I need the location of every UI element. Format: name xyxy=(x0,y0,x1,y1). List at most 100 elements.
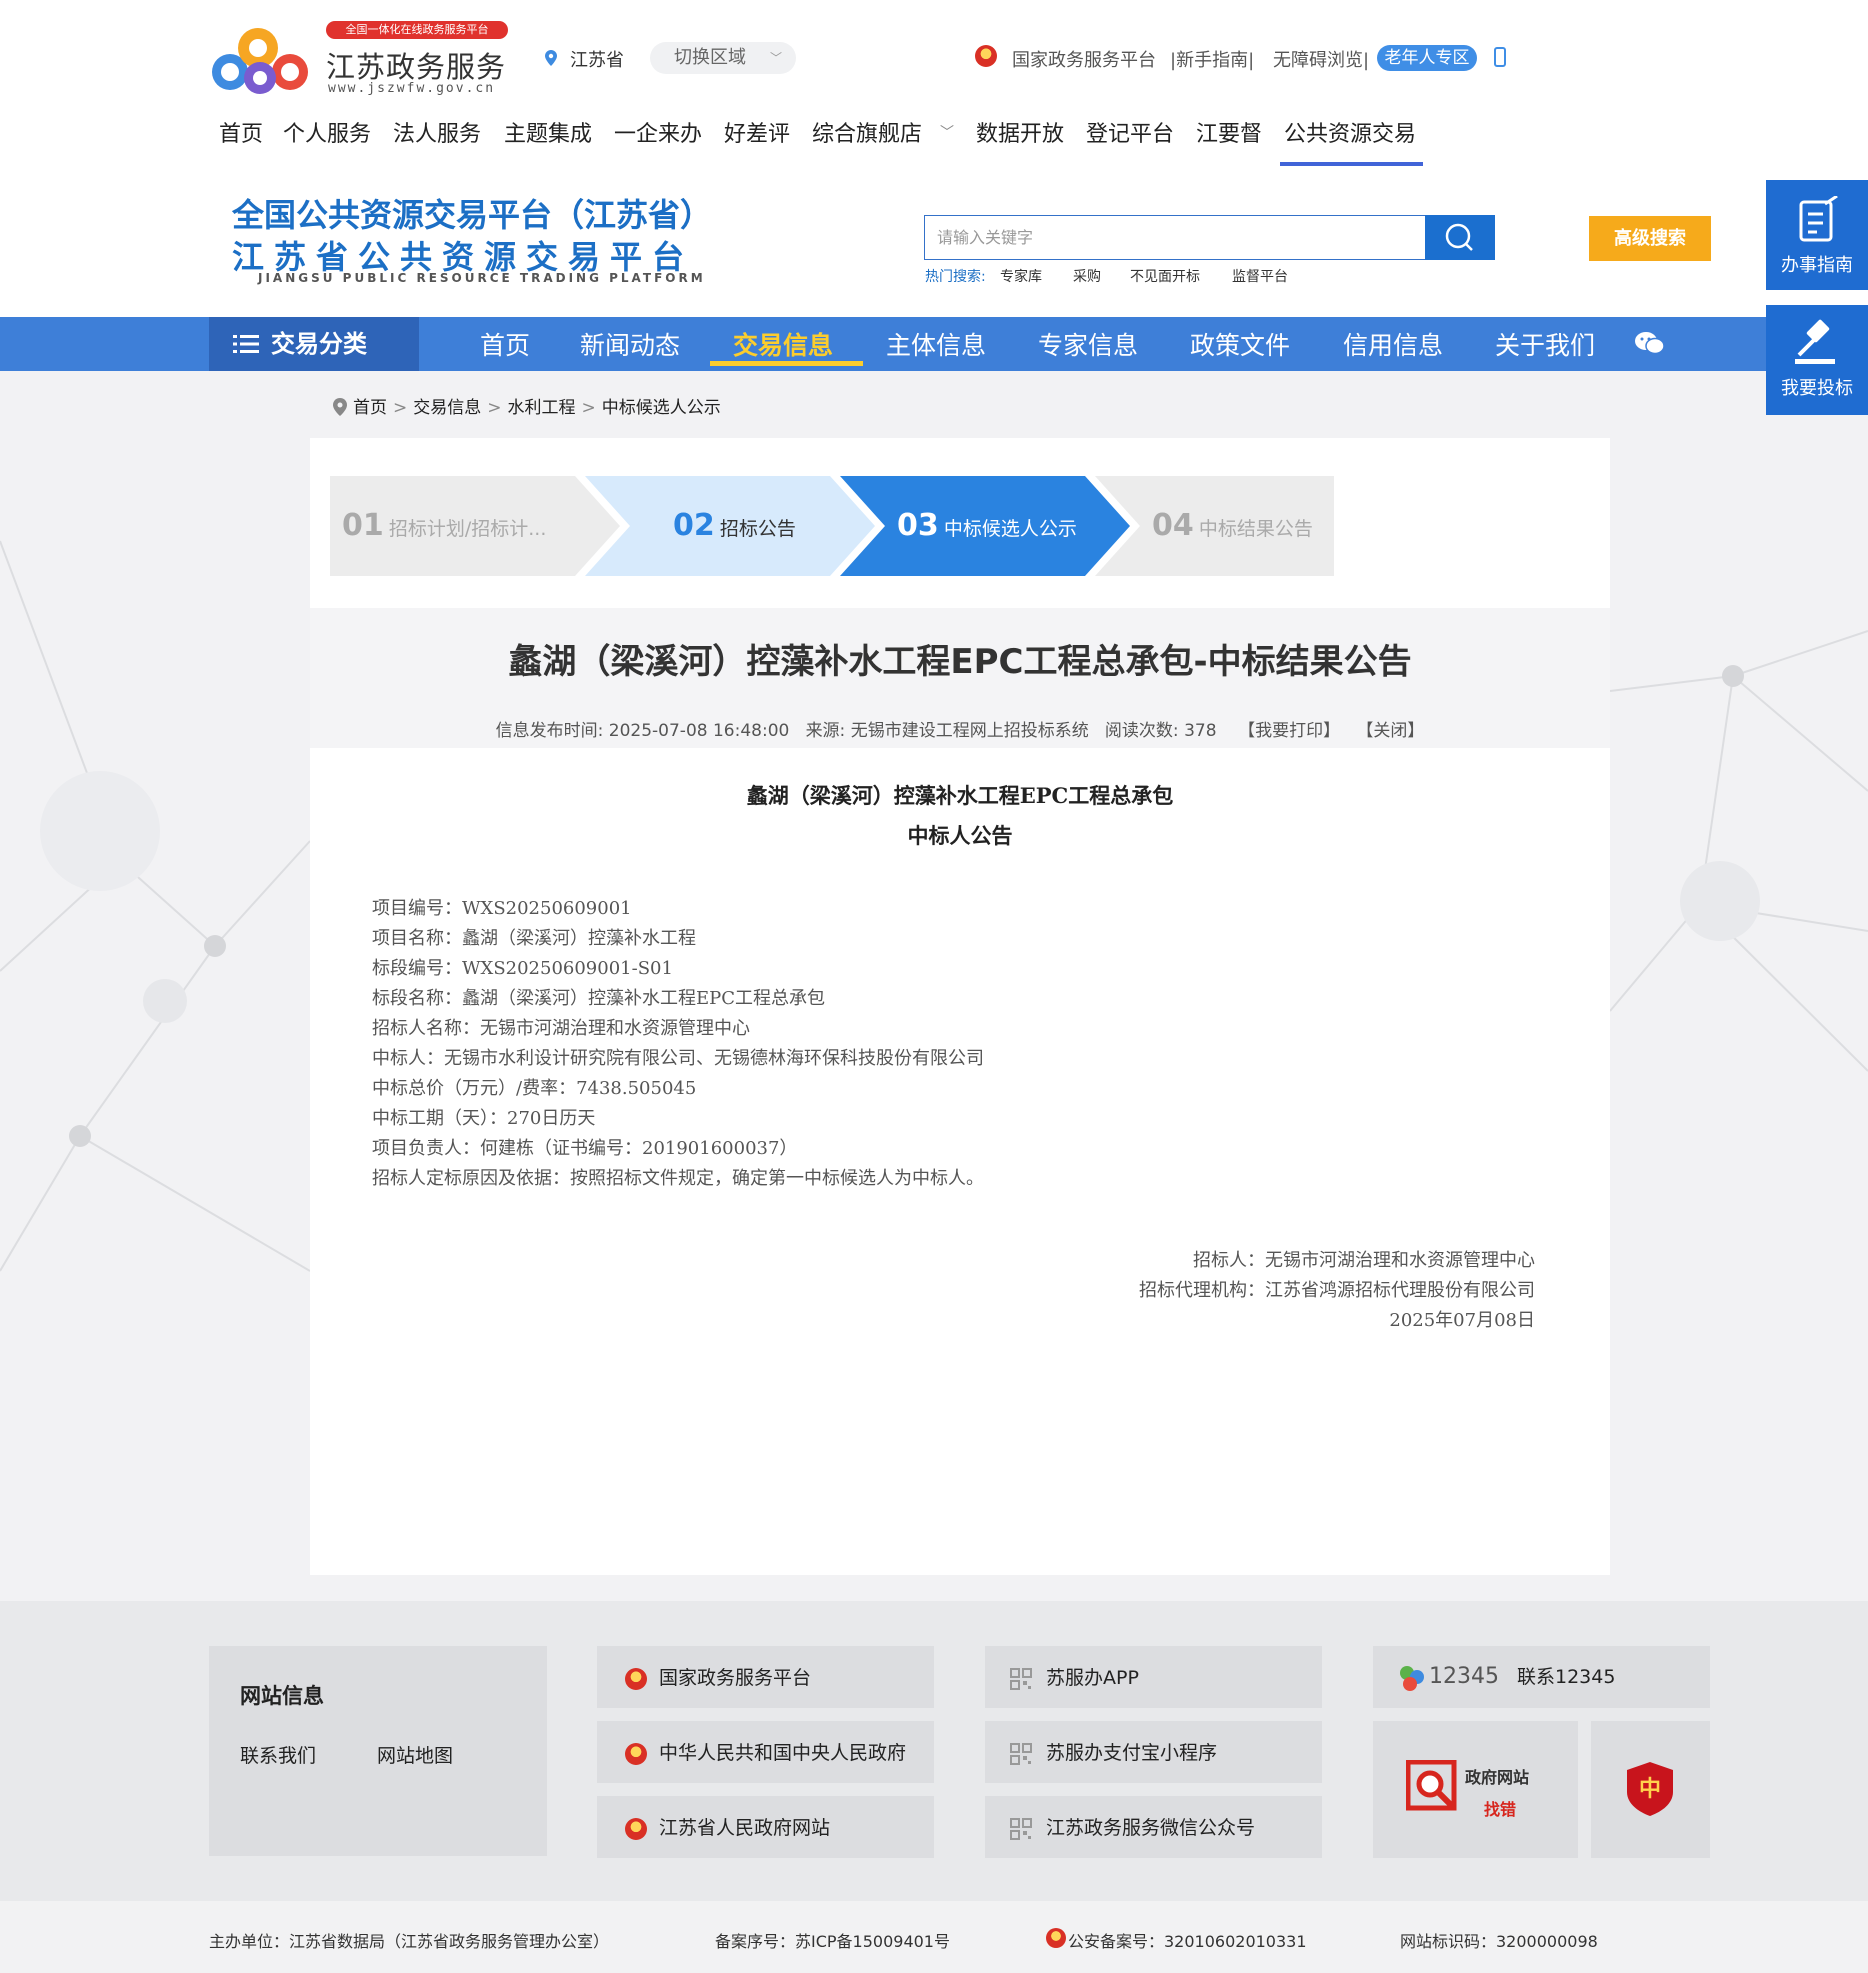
footer-app-alipay[interactable]: 苏服办支付宝小程序 xyxy=(1010,1738,1217,1765)
footer-link-national-platform[interactable]: 国家政务服务平台 xyxy=(625,1663,811,1690)
menu-list-icon xyxy=(233,335,259,353)
step-label: 中标结果公告 xyxy=(1198,518,1313,540)
publish-time: 2025-07-08 16:48:00 xyxy=(608,721,790,741)
nav-public-resource[interactable]: 公共资源交易 xyxy=(1284,116,1416,148)
gov-error-line1: 政府网站 xyxy=(1465,1768,1530,1787)
footer-link-central-gov[interactable]: 中华人民共和国中央人民政府 xyxy=(625,1738,906,1765)
current-region: 江苏省 xyxy=(570,50,624,71)
step-1[interactable]: 01 招标计划/招标计... xyxy=(342,508,546,543)
tradenav-expert-info[interactable]: 专家信息 xyxy=(1038,326,1138,362)
doc-line-winner: 中标人：无锡市水利设计研究院有限公司、无锡德林海环保科技股份有限公司 xyxy=(372,1048,984,1069)
nav-enterprise[interactable]: 一企来办 xyxy=(614,116,702,148)
nav-supervision[interactable]: 江要督 xyxy=(1196,116,1262,148)
hot-search-item[interactable]: 不见面开标 xyxy=(1130,266,1200,286)
location-pin-icon xyxy=(333,398,347,416)
nav-open-data[interactable]: 数据开放 xyxy=(976,116,1064,148)
breadcrumb-item[interactable]: 中标候选人公示 xyxy=(602,398,721,418)
wechat-icon[interactable] xyxy=(1634,330,1666,356)
doc-line-tenderer: 招标人名称：无锡市河湖治理和水资源管理中心 xyxy=(372,1018,750,1039)
doc-line-duration: 中标工期（天）：270日历天 xyxy=(372,1108,596,1129)
icp-record[interactable]: 备案序号：苏ICP备15009401号 xyxy=(715,1928,950,1952)
footer-app-sufuban[interactable]: 苏服办APP xyxy=(1010,1663,1139,1690)
article-title: 蠡湖（梁溪河）控藻补水工程EPC工程总承包-中标结果公告 xyxy=(508,642,1412,682)
hot-search-item[interactable]: 监督平台 xyxy=(1232,266,1288,286)
hot-searches: 热门搜索: 专家库 采购 不见面开标 监督平台 xyxy=(925,266,1288,286)
search-input[interactable]: 请输入关键字 xyxy=(924,215,1426,260)
mobile-phone-icon[interactable] xyxy=(1494,47,1506,67)
hot-search-item[interactable]: 专家库 xyxy=(1000,266,1042,286)
doc-subtitle: 中标人公告 xyxy=(907,823,1013,848)
floating-bid-button[interactable]: 我要投标 xyxy=(1766,305,1868,415)
footer-app-wechat[interactable]: 江苏政务服务微信公众号 xyxy=(1010,1813,1255,1840)
print-button[interactable]: 【我要打印】 xyxy=(1238,721,1340,741)
nav-home[interactable]: 首页 xyxy=(219,116,263,148)
footer-link-label: 国家政务服务平台 xyxy=(659,1667,812,1689)
svg-text:中: 中 xyxy=(1639,1777,1661,1802)
qr-code-icon xyxy=(1010,1667,1032,1690)
advanced-search-button[interactable]: 高级搜索 xyxy=(1589,216,1711,261)
source: 无锡市建设工程网上招投标系统 xyxy=(850,721,1089,741)
platform-title-english: JIANGSU PUBLIC RESOURCE TRADING PLATFORM xyxy=(258,271,706,285)
doc-detail-lines: 项目编号：WXS20250609001 项目名称：蠡湖（梁溪河）控藻补水工程 标… xyxy=(372,894,984,1194)
site-title[interactable]: 江苏政务服务 xyxy=(326,44,506,86)
breadcrumb-item[interactable]: 交易信息 xyxy=(413,398,481,418)
doc-line-section-code: 标段编号：WXS20250609001-S01 xyxy=(372,958,673,979)
police-record[interactable]: 公安备案号：32010602010331 xyxy=(1068,1928,1307,1952)
footer-site-info-title: 网站信息 xyxy=(240,1684,324,1708)
tradenav-about[interactable]: 关于我们 xyxy=(1495,326,1595,362)
close-button[interactable]: 【关闭】 xyxy=(1356,721,1424,741)
nav-registration[interactable]: 登记平台 xyxy=(1086,116,1174,148)
site-code: 网站标识码：3200000098 xyxy=(1400,1932,1598,1951)
breadcrumb-item[interactable]: 水利工程 xyxy=(508,398,576,418)
qr-code-icon xyxy=(1010,1817,1032,1840)
search-button[interactable] xyxy=(1425,215,1495,260)
tradenav-trade-info[interactable]: 交易信息 xyxy=(733,326,833,362)
footer-app-label: 苏服办支付宝小程序 xyxy=(1046,1742,1218,1764)
floating-guide-button[interactable]: 办事指南 xyxy=(1766,180,1868,290)
step-2[interactable]: 02 招标公告 xyxy=(673,508,796,543)
link-accessibility[interactable]: 无障碍浏览| xyxy=(1273,46,1369,72)
footer-contact-link[interactable]: 联系我们 xyxy=(240,1741,316,1768)
doc-line-manager: 项目负责人：何建栋（证书编号：201901600037） xyxy=(372,1138,798,1159)
nav-personal[interactable]: 个人服务 xyxy=(283,116,371,148)
site-url: www.jszwfw.gov.cn xyxy=(328,81,496,96)
nav-flagship[interactable]: 综合旗舰店 xyxy=(812,116,922,148)
tradenav-credit[interactable]: 信用信息 xyxy=(1343,326,1443,362)
switch-region-dropdown[interactable]: 切换区域 ﹀ xyxy=(650,42,796,74)
location-pin-icon xyxy=(545,50,557,66)
logo-badge: 全国一体化在线政务服务平台 xyxy=(326,21,508,39)
chevron-down-icon[interactable]: ﹀ xyxy=(940,122,954,142)
tradenav-subject-info[interactable]: 主体信息 xyxy=(886,326,986,362)
jszwfw-logo-icon[interactable] xyxy=(208,20,314,100)
tradenav-policy[interactable]: 政策文件 xyxy=(1190,326,1290,362)
doc-line-project-name: 项目名称：蠡湖（梁溪河）控藻补水工程 xyxy=(372,928,696,949)
breadcrumb-item[interactable]: 首页 xyxy=(353,398,387,418)
hot-search-item[interactable]: 采购 xyxy=(1073,266,1101,286)
national-emblem-icon xyxy=(625,1817,647,1840)
doc-line-price: 中标总价（万元）/费率：7438.505045 xyxy=(372,1078,697,1099)
footer-link-jiangsu-gov[interactable]: 江苏省人民政府网站 xyxy=(625,1813,830,1840)
link-beginner-guide[interactable]: |新手指南| xyxy=(1170,46,1254,72)
gov-site-error-box[interactable] xyxy=(1373,1721,1578,1858)
tradenav-news[interactable]: 新闻动态 xyxy=(580,326,680,362)
nav-rating[interactable]: 好差评 xyxy=(724,116,790,148)
link-national-platform[interactable]: 国家政务服务平台 xyxy=(1012,46,1156,72)
step-4[interactable]: 04 中标结果公告 xyxy=(1152,508,1313,543)
doc-line-section-name: 标段名称：蠡湖（梁溪河）控藻补水工程EPC工程总承包 xyxy=(372,988,826,1009)
trade-category-button[interactable]: 交易分类 xyxy=(209,317,419,371)
step-3[interactable]: 03 中标候选人公示 xyxy=(897,508,1077,543)
footer-hotline[interactable]: 12345 联系12345 xyxy=(1397,1662,1615,1693)
elder-zone-button[interactable]: 老年人专区 xyxy=(1377,45,1477,71)
floating-bid-label: 我要投标 xyxy=(1781,378,1853,399)
footer-sitemap-link[interactable]: 网站地图 xyxy=(377,1741,453,1768)
nav-legal-person[interactable]: 法人服务 xyxy=(393,116,481,148)
guide-document-icon xyxy=(1799,194,1838,242)
top-header: 全国一体化在线政务服务平台 江苏政务服务 www.jszwfw.gov.cn 江… xyxy=(0,0,1868,172)
breadcrumb: 首页 > 交易信息 > 水利工程 > 中标候选人公示 xyxy=(333,393,721,418)
floating-guide-label: 办事指南 xyxy=(1781,255,1853,276)
nav-theme[interactable]: 主题集成 xyxy=(504,116,592,148)
tradenav-active-indicator xyxy=(710,361,863,366)
national-emblem-icon xyxy=(625,1667,647,1690)
step-number: 02 xyxy=(673,508,715,543)
tradenav-home[interactable]: 首页 xyxy=(480,326,530,362)
